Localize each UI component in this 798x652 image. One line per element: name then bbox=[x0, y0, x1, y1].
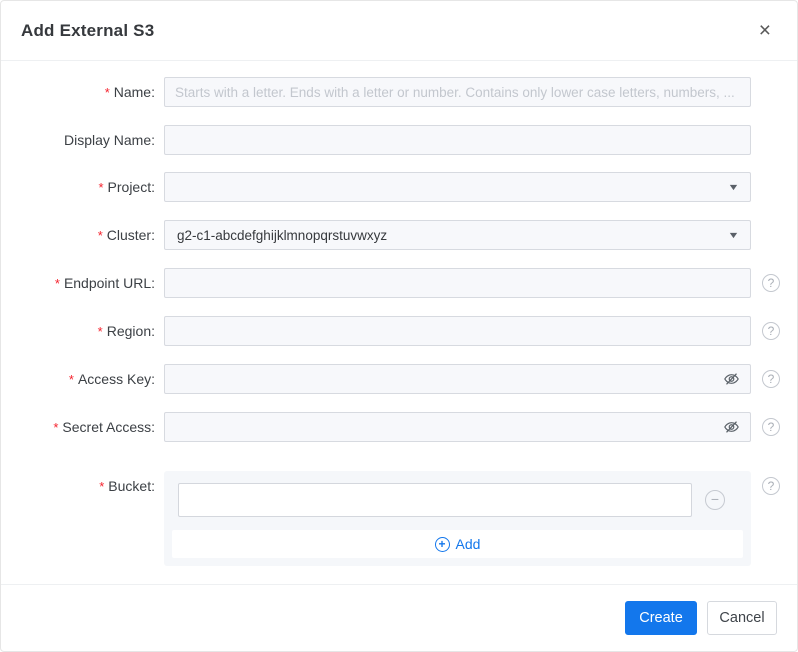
form-row-cluster: * Cluster: g2-c1-abcdefghijklmnopqrstuvwx… bbox=[1, 220, 797, 251]
close-icon[interactable]: × bbox=[759, 20, 771, 41]
form-row-endpoint-url: * Endpoint URL: ? bbox=[1, 268, 797, 299]
dialog-footer: Create Cancel bbox=[1, 584, 797, 651]
region-label: * Region: bbox=[97, 323, 155, 339]
form-row-region: * Region: ? bbox=[1, 316, 797, 347]
bucket-panel: − + Add bbox=[164, 471, 751, 566]
required-marker: * bbox=[53, 420, 59, 435]
required-marker: * bbox=[54, 276, 60, 291]
add-bucket-label: Add bbox=[455, 536, 481, 552]
dialog-header: Add External S3 × bbox=[1, 1, 797, 61]
chevron-down-icon: ▼ bbox=[727, 230, 740, 240]
dialog-title: Add External S3 bbox=[21, 20, 155, 40]
required-marker: * bbox=[98, 180, 104, 195]
display-name-label: Display Name: bbox=[63, 132, 155, 148]
endpoint-url-label: * Endpoint URL: bbox=[54, 275, 155, 291]
form-row-bucket: * Bucket: − + Add ? bbox=[1, 471, 797, 566]
form-row-project: * Project: ▼ bbox=[1, 172, 797, 203]
help-icon[interactable]: ? bbox=[762, 322, 780, 340]
create-button[interactable]: Create bbox=[625, 601, 697, 635]
cluster-label: * Cluster: bbox=[97, 227, 155, 243]
required-marker: * bbox=[97, 324, 103, 339]
cluster-selected-value: g2-c1-abcdefghijklmnopqrstuvwxyz bbox=[177, 227, 388, 243]
required-marker: * bbox=[104, 85, 110, 100]
help-icon[interactable]: ? bbox=[762, 370, 780, 388]
help-icon[interactable]: ? bbox=[762, 274, 780, 292]
eye-invisible-icon[interactable] bbox=[723, 419, 740, 435]
required-marker: * bbox=[68, 372, 74, 387]
required-marker: * bbox=[97, 228, 103, 243]
secret-access-input[interactable] bbox=[164, 412, 751, 442]
bucket-label: * Bucket: bbox=[99, 478, 155, 494]
cluster-select[interactable]: g2-c1-abcdefghijklmnopqrstuvwxyz ▼ bbox=[164, 220, 751, 250]
form-row-secret-access: * Secret Access: ? bbox=[1, 412, 797, 443]
project-label: * Project: bbox=[98, 179, 155, 195]
access-key-input[interactable] bbox=[164, 364, 751, 394]
dialog-body: *Name: Display Name: *Project: ▼ bbox=[1, 61, 797, 584]
cancel-button[interactable]: Cancel bbox=[707, 601, 777, 635]
region-input[interactable] bbox=[164, 316, 751, 346]
name-input[interactable] bbox=[164, 77, 751, 107]
bucket-input[interactable] bbox=[178, 483, 692, 517]
add-bucket-button[interactable]: + Add bbox=[172, 530, 743, 558]
chevron-down-icon: ▼ bbox=[727, 182, 740, 192]
name-label: * Name: bbox=[104, 84, 155, 100]
access-key-label: * Access Key: bbox=[68, 371, 155, 387]
project-select[interactable]: ▼ bbox=[164, 172, 751, 202]
remove-bucket-icon[interactable]: − bbox=[705, 490, 725, 510]
help-icon[interactable]: ? bbox=[762, 477, 780, 495]
add-external-s3-dialog: Add External S3 × *Name: Display Name: *… bbox=[0, 0, 798, 652]
form-row-access-key: * Access Key: ? bbox=[1, 364, 797, 395]
form-row-display-name: Display Name: bbox=[1, 125, 797, 155]
bucket-item-row: − bbox=[172, 483, 743, 517]
endpoint-url-input[interactable] bbox=[164, 268, 751, 298]
secret-access-label: * Secret Access: bbox=[53, 419, 155, 435]
eye-invisible-icon[interactable] bbox=[723, 371, 740, 387]
help-icon[interactable]: ? bbox=[762, 418, 780, 436]
display-name-input[interactable] bbox=[164, 125, 751, 155]
form-row-name: * Name: bbox=[1, 77, 797, 108]
plus-circle-icon: + bbox=[434, 536, 450, 552]
required-marker: * bbox=[99, 479, 105, 494]
